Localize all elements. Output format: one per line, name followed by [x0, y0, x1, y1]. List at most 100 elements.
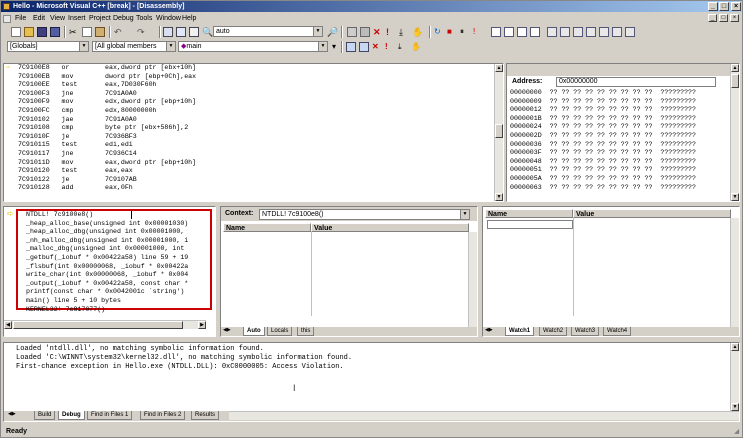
hand-mini-icon[interactable]: ✋	[411, 42, 421, 52]
call-stack-pane[interactable]: ➪ NTDLL! 7c9100e8() _heap_alloc_base(unsi…	[3, 206, 216, 337]
tab-results[interactable]: Results	[191, 411, 220, 420]
compile-icon[interactable]	[347, 27, 357, 37]
find-combo[interactable]: auto ▼	[213, 26, 323, 37]
scroll-down-icon[interactable]: ▼	[731, 403, 739, 411]
disassembly-pane[interactable]: ⇨ 7C9100E8 or eax,dword ptr [ebx+10h] 7C91…	[3, 63, 504, 202]
go-icon[interactable]: ⤓	[399, 27, 409, 37]
call-stack-frame[interactable]: _heap_alloc_base(unsigned int 0x00001030…	[26, 220, 188, 229]
watch-value-header[interactable]: Value	[573, 209, 731, 218]
menu-edit[interactable]: Edit	[33, 13, 45, 24]
members-combo[interactable]: [All global members ▼	[92, 41, 176, 52]
horizontal-scrollbar[interactable]	[229, 411, 739, 420]
call-stack-frame[interactable]: write_char(int 0x00000068, _iobuf * 0x00…	[26, 271, 188, 280]
vertical-scrollbar[interactable]: ▲ ▼	[494, 64, 503, 201]
doc-close-button[interactable]: ×	[730, 14, 739, 22]
variables-value-header[interactable]: Value	[311, 223, 469, 232]
memory-row[interactable]: 00000024 ?? ?? ?? ?? ?? ?? ?? ?? ?? ????…	[510, 123, 696, 132]
run-to-cursor-icon[interactable]	[530, 27, 540, 37]
chevron-down-icon[interactable]: ▼	[313, 27, 322, 36]
chevron-down-icon[interactable]: ▼	[166, 42, 175, 51]
output-pane[interactable]: Loaded 'ntdll.dll', no matching symbolic…	[3, 342, 740, 422]
step-over-icon[interactable]	[504, 27, 514, 37]
doc-restore-button[interactable]: □	[719, 14, 728, 22]
function-combo[interactable]: ◆main ▼	[178, 41, 328, 52]
tab-nav-icon[interactable]: ◀▶	[8, 411, 16, 417]
output-icon[interactable]	[176, 27, 186, 37]
tab-auto[interactable]: Auto	[243, 327, 265, 336]
chevron-down-icon[interactable]: ▼	[460, 210, 469, 219]
memory-pane[interactable]: Address: 0x00000000 00000000 ?? ?? ?? ??…	[506, 63, 740, 202]
menu-window[interactable]: Window	[156, 13, 181, 24]
call-stack-frame[interactable]: _heap_alloc_dbg(unsigned int 0x00001000,	[26, 228, 188, 237]
call-stack-frame[interactable]: main() line 5 + 10 bytes	[26, 297, 188, 306]
memory-row[interactable]: 0000001B ?? ?? ?? ?? ?? ?? ?? ?? ?? ????…	[510, 115, 696, 124]
scroll-up-icon[interactable]: ▲	[731, 343, 739, 351]
workspace-icon[interactable]	[163, 27, 173, 37]
scroll-right-icon[interactable]: ▶	[198, 321, 206, 329]
execute-mini-icon[interactable]: !	[385, 42, 395, 52]
tab-watch2[interactable]: Watch2	[539, 327, 568, 336]
tab-nav-icon[interactable]: ◀▶	[223, 327, 231, 333]
paste-icon[interactable]	[95, 27, 105, 37]
disassembly-row[interactable]: 7C9100F3 jne 7C91A0A0	[4, 90, 196, 99]
call-stack-frame[interactable]: NTDLL! 7c9100e8()	[26, 211, 188, 220]
address-input[interactable]: 0x00000000	[556, 77, 716, 87]
disassembly-row[interactable]: 7C910122 je 7C9107AB	[4, 176, 196, 185]
cut-icon[interactable]: ✂	[69, 27, 79, 37]
context-combo[interactable]: NTDLL! 7c9100e8() ▼	[259, 209, 470, 220]
disassembly-row[interactable]: 7C910120 test eax,eax	[4, 167, 196, 176]
copy-icon[interactable]	[82, 27, 92, 37]
find-in-files-icon[interactable]: 🔍	[202, 27, 213, 37]
tab-nav-icon[interactable]: ◀▶	[485, 327, 493, 333]
memory-row[interactable]: 0000002D ?? ?? ?? ?? ?? ?? ?? ?? ?? ????…	[510, 132, 696, 141]
stop-debugging-icon[interactable]: ■	[447, 27, 457, 37]
watch-name-header[interactable]: Name	[485, 209, 573, 218]
variables-name-header[interactable]: Name	[223, 223, 311, 232]
call-stack-frame[interactable]: _nh_malloc_dbg(unsigned int 0x00001000, …	[26, 237, 188, 246]
vertical-scrollbar[interactable]: ▲ ▼	[730, 343, 739, 411]
scroll-up-icon[interactable]: ▲	[731, 64, 739, 72]
disassembly-row[interactable]: 7C910108 cmp byte ptr [ebx+586h],2	[4, 124, 196, 133]
disassembly-row[interactable]: ⇨ 7C9100E8 or eax,dword ptr [ebx+10h]	[4, 64, 196, 73]
close-button[interactable]: ×	[731, 2, 741, 11]
tab-watch3[interactable]: Watch3	[571, 327, 600, 336]
registers-window-icon[interactable]	[586, 27, 596, 37]
menu-file[interactable]: File	[15, 13, 26, 24]
disassembly-row[interactable]: 7C9100EE test eax,7D030F60h	[4, 81, 196, 90]
disassembly-row[interactable]: 7C910128 add eax,0Fh	[4, 184, 196, 193]
disassembly-row[interactable]: 7C910102 jae 7C91A0A0	[4, 116, 196, 125]
disassembly-window-icon[interactable]	[625, 27, 635, 37]
tab-find-in-files-2[interactable]: Find in Files 2	[140, 411, 186, 420]
watch-pane[interactable]: Name Value ◀▶ Watch1 Watch2 Watch3 Watch…	[482, 206, 740, 337]
call-stack-window-icon[interactable]	[612, 27, 622, 37]
variables-window-icon[interactable]	[573, 27, 583, 37]
memory-row[interactable]: 0000003F ?? ?? ?? ?? ?? ?? ?? ?? ?? ????…	[510, 149, 696, 158]
memory-row[interactable]: 00000000 ?? ?? ?? ?? ?? ?? ?? ?? ?? ????…	[510, 89, 696, 98]
scroll-thumb[interactable]	[731, 74, 739, 88]
memory-row[interactable]: 0000005A ?? ?? ?? ?? ?? ?? ?? ?? ?? ????…	[510, 175, 696, 184]
doc-minimize-button[interactable]: _	[708, 14, 717, 22]
class-wizard-icon[interactable]	[346, 42, 356, 52]
scroll-up-icon[interactable]: ▲	[495, 64, 503, 72]
memory-window-icon[interactable]	[599, 27, 609, 37]
chevron-down-icon[interactable]: ▼	[318, 42, 327, 51]
memory-row[interactable]: 00000012 ?? ?? ?? ?? ?? ?? ?? ?? ?? ????…	[510, 106, 696, 115]
disassembly-row[interactable]: 7C91010F je 7C936BF3	[4, 133, 196, 142]
call-stack-frame[interactable]: _getbuf(_iobuf * 0x00422a58) line 59 + 1…	[26, 254, 188, 263]
restart-icon[interactable]: ↻	[434, 27, 444, 37]
disassembly-row[interactable]: 7C910115 test edi,edi	[4, 141, 196, 150]
step-out-icon[interactable]	[517, 27, 527, 37]
maximize-button[interactable]: □	[719, 2, 729, 11]
menu-help[interactable]: Help	[182, 13, 196, 24]
call-stack-frame[interactable]: _output(_iobuf * 0x00422a58, const char …	[26, 280, 188, 289]
vertical-scrollbar[interactable]	[468, 232, 477, 327]
call-stack-frame[interactable]: _flsbuf(int 0x00000068, _iobuf * 0x00422…	[26, 263, 188, 272]
memory-row[interactable]: 00000051 ?? ?? ?? ?? ?? ?? ?? ?? ?? ????…	[510, 166, 696, 175]
scroll-thumb[interactable]	[495, 124, 503, 138]
disassembly-row[interactable]: 7C9100EB mov dword ptr [ebp+0Ch],eax	[4, 73, 196, 82]
tab-find-in-files-1[interactable]: Find in Files 1	[87, 411, 133, 420]
menu-insert[interactable]: Insert	[68, 13, 86, 24]
tab-locals[interactable]: Locals	[267, 327, 293, 336]
disassembly-row[interactable]: 7C9100FC cmp edx,80000000h	[4, 107, 196, 116]
tab-debug[interactable]: Debug	[58, 411, 85, 420]
